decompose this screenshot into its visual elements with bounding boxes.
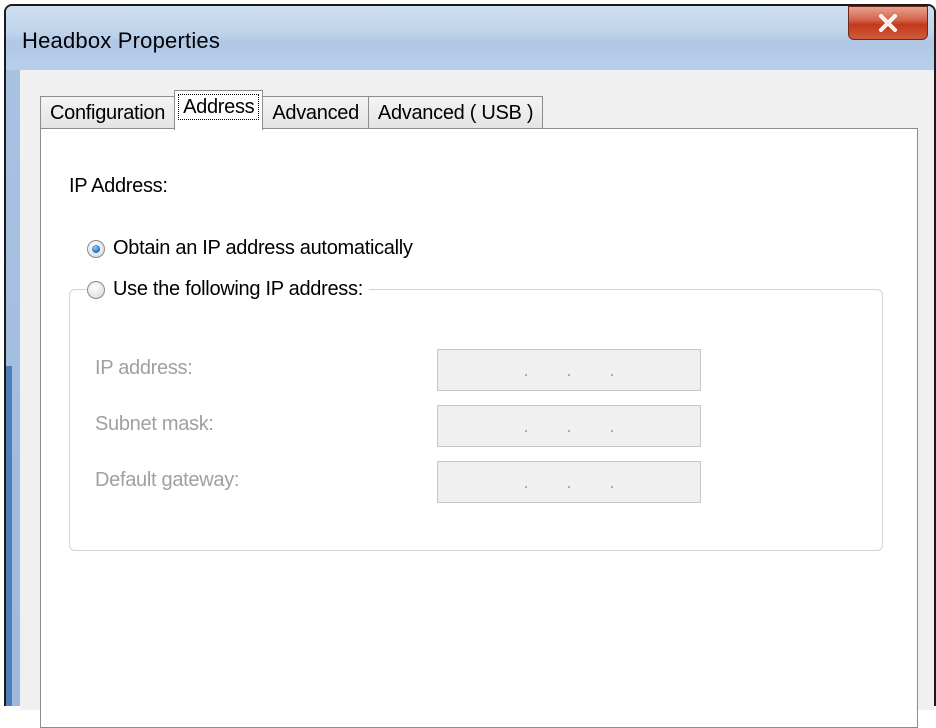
close-button[interactable] [848,6,928,40]
address-tab-panel: IP Address: Obtain an IP address automat… [40,128,918,728]
default-gateway-input[interactable]: . . . [437,461,701,503]
subnet-mask-input[interactable]: . . . [437,405,701,447]
dialog-window: Headbox Properties Configuration Address… [4,4,936,728]
tab-configuration[interactable]: Configuration [40,96,176,130]
close-icon [879,14,897,32]
dialog-client-area: Configuration Address Advanced Advanced … [20,70,934,728]
ip-octet-separator: . [566,359,572,380]
tab-address-label: Address [178,93,260,120]
radio-use-following-label: Use the following IP address: [113,278,363,300]
default-gateway-label: Default gateway: [95,469,240,491]
ip-octet-separator: . [609,415,615,436]
tab-advanced[interactable]: Advanced [262,96,369,130]
ip-octet-separator: . [609,471,615,492]
ip-address-label: IP address: [95,357,193,379]
ip-octet-separator: . [566,471,572,492]
tab-advanced-usb[interactable]: Advanced ( USB ) [367,96,544,130]
ip-octet-separator: . [566,415,572,436]
ip-octet-separator: . [523,471,529,492]
radio-button-checked[interactable] [87,239,105,258]
tab-configuration-label: Configuration [50,102,166,124]
ip-octet-separator: . [523,415,529,436]
radio-use-following[interactable]: Use the following IP address: [87,278,369,301]
window-frame-accent [6,366,12,706]
radio-button-unchecked[interactable] [87,280,105,299]
tab-address[interactable]: Address [174,90,264,130]
tab-advanced-usb-label: Advanced ( USB ) [377,102,534,124]
radio-obtain-automatically[interactable]: Obtain an IP address automatically [87,237,419,260]
ip-address-input[interactable]: . . . [437,349,701,391]
window-title: Headbox Properties [22,28,221,53]
ip-address-section-label: IP Address: [69,175,168,197]
tab-advanced-label: Advanced [272,102,359,124]
title-bar[interactable]: Headbox Properties [6,6,934,70]
tab-strip: Configuration Address Advanced Advanced … [40,90,544,130]
subnet-mask-label: Subnet mask: [95,413,214,435]
radio-obtain-automatically-label: Obtain an IP address automatically [113,237,413,259]
ip-octet-separator: . [523,359,529,380]
ip-octet-separator: . [609,359,615,380]
